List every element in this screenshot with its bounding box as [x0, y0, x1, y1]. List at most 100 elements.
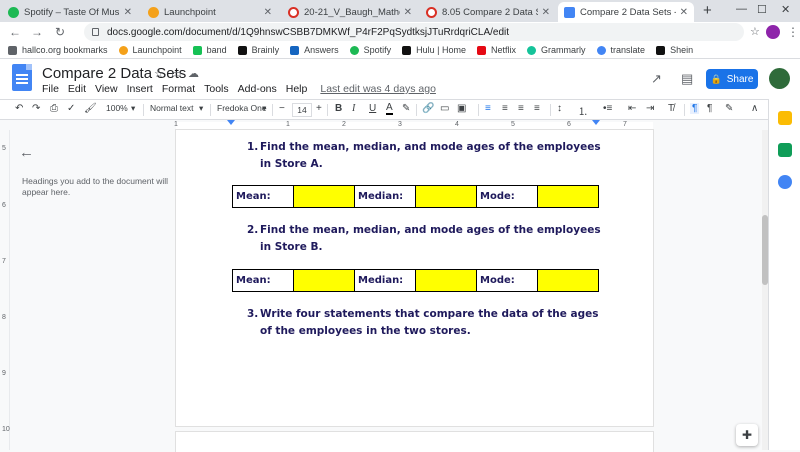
minimize-icon[interactable]: — — [736, 3, 747, 15]
close-icon[interactable]: ✕ — [124, 7, 132, 18]
bookmark-translate[interactable]: translate — [596, 45, 645, 55]
tasks-icon[interactable] — [778, 175, 792, 189]
share-button[interactable]: 🔒 Share — [706, 69, 758, 89]
paragraph-marks-icon[interactable]: ¶ — [690, 103, 700, 114]
document-title[interactable]: Compare 2 Data Sets — [42, 65, 186, 82]
user-avatar[interactable] — [769, 68, 790, 89]
mode-answer-cell[interactable] — [537, 185, 599, 208]
editing-mode-icon[interactable]: ✎ — [725, 103, 733, 114]
tab-mathematics[interactable]: 20-21_V_Baugh_Mathematics 8 ✕ — [282, 2, 418, 22]
new-tab-button[interactable]: + — [703, 2, 712, 19]
back-icon[interactable]: ← — [9, 25, 21, 39]
left-indent-marker[interactable] — [227, 120, 235, 125]
insert-link-icon[interactable]: 🔗 — [422, 103, 434, 114]
median-answer-cell[interactable] — [415, 185, 477, 208]
bulleted-list-icon[interactable]: •≡ — [603, 103, 612, 114]
menu-tools[interactable]: Tools — [204, 83, 229, 95]
align-left-icon[interactable]: ≡ — [485, 103, 491, 114]
bookmark-hallco[interactable]: hallco.org bookmarks — [8, 45, 108, 55]
tab-data-sets-assignment[interactable]: 8.05 Compare 2 Data Sets ✕ — [420, 2, 556, 22]
spellcheck-icon[interactable]: ✓ — [67, 103, 75, 114]
chevron-down-icon[interactable]: ▾ — [262, 103, 266, 114]
tab-spotify[interactable]: Spotify – Taste Of Music Check ✕ — [2, 2, 138, 22]
bold-button[interactable]: B — [335, 103, 342, 114]
profile-avatar[interactable] — [766, 25, 780, 39]
font-family-select[interactable]: Fredoka One — [217, 103, 267, 113]
right-indent-marker[interactable] — [592, 120, 600, 125]
font-size-input[interactable]: 14 — [292, 103, 312, 117]
bookmark-spotify[interactable]: Spotify — [349, 45, 391, 55]
align-right-icon[interactable]: ≡ — [518, 103, 524, 114]
reload-icon[interactable]: ↻ — [55, 25, 65, 39]
explore-button[interactable]: ✚ — [736, 424, 758, 446]
menu-view[interactable]: View — [95, 83, 118, 95]
more-menu-icon[interactable]: ⋮ — [787, 25, 799, 39]
highlight-color-icon[interactable]: ✎ — [402, 103, 410, 114]
menu-format[interactable]: Format — [162, 83, 195, 95]
forward-icon[interactable]: → — [31, 25, 43, 39]
align-justify-icon[interactable]: ≡ — [534, 103, 540, 114]
redo-icon[interactable]: ↷ — [32, 103, 40, 114]
menu-add-ons[interactable]: Add-ons — [238, 83, 277, 95]
ruler-number: 6 — [2, 202, 6, 209]
move-folder-icon[interactable]: ▭ — [171, 67, 181, 80]
mean-answer-cell[interactable] — [293, 185, 355, 208]
menu-help[interactable]: Help — [286, 83, 308, 95]
text-color-button[interactable]: A — [386, 103, 393, 115]
calendar-icon[interactable] — [778, 143, 792, 157]
comment-history-icon[interactable]: ▤ — [681, 71, 693, 87]
mode-answer-cell[interactable] — [537, 269, 599, 292]
close-icon[interactable]: ✕ — [542, 7, 550, 18]
insert-comment-icon[interactable]: ▭ — [440, 103, 449, 114]
bookmark-brainly[interactable]: Brainly — [237, 45, 279, 55]
align-center-icon[interactable]: ≡ — [502, 103, 508, 114]
bookmark-hulu[interactable]: Hulu | Home — [402, 45, 466, 55]
docs-logo-icon[interactable] — [12, 64, 32, 91]
increase-indent-icon[interactable]: ⇥ — [646, 103, 654, 114]
chevron-down-icon[interactable]: ▾ — [131, 103, 135, 114]
star-icon[interactable]: ☆ — [750, 25, 760, 38]
window-close-icon[interactable]: ✕ — [781, 3, 790, 16]
line-spacing-icon[interactable]: ↕ — [557, 103, 562, 114]
insert-image-icon[interactable]: ▣ — [457, 103, 466, 114]
bookmark-shein[interactable]: Shein — [656, 45, 693, 55]
bookmark-grammarly[interactable]: Grammarly — [527, 45, 586, 55]
undo-icon[interactable]: ↶ — [15, 103, 23, 114]
rtl-paragraph-icon[interactable]: ¶ — [707, 103, 712, 114]
last-edit-link[interactable]: Last edit was 4 days ago — [320, 83, 436, 95]
address-bar[interactable]: docs.google.com/document/d/1Q9hnswCSBB7D… — [84, 23, 744, 41]
decrease-font-size-button[interactable]: − — [279, 103, 285, 114]
print-icon[interactable]: ⎙ — [50, 103, 58, 114]
bookmark-answers[interactable]: Answers — [290, 45, 339, 55]
close-icon[interactable]: ✕ — [264, 7, 272, 18]
zoom-select[interactable]: 100% — [106, 103, 128, 113]
paint-format-icon[interactable]: 🖌 — [84, 103, 97, 114]
menu-edit[interactable]: Edit — [68, 83, 86, 95]
clear-formatting-icon[interactable]: T̸ — [668, 103, 674, 114]
median-answer-cell[interactable] — [415, 269, 477, 292]
close-icon[interactable]: ✕ — [404, 7, 412, 18]
close-icon[interactable]: ✕ — [680, 7, 688, 18]
maximize-icon[interactable]: ☐ — [757, 3, 767, 16]
bookmark-netflix[interactable]: Netflix — [477, 45, 516, 55]
paragraph-style-select[interactable]: Normal text — [150, 103, 193, 113]
numbered-list-icon[interactable]: ⒈ — [578, 103, 588, 118]
collapse-menus-icon[interactable]: ∧ — [751, 103, 758, 114]
mean-answer-cell[interactable] — [293, 269, 355, 292]
italic-button[interactable]: I — [352, 103, 355, 114]
underline-button[interactable]: U — [369, 103, 376, 114]
menu-insert[interactable]: Insert — [127, 83, 153, 95]
tab-google-doc[interactable]: Compare 2 Data Sets - Google D ✕ — [558, 2, 694, 22]
bookmark-band[interactable]: band — [192, 45, 227, 55]
tab-launchpoint[interactable]: Launchpoint ✕ — [142, 2, 278, 22]
bookmark-launchpoint[interactable]: Launchpoint — [118, 45, 182, 55]
menu-file[interactable]: File — [42, 83, 59, 95]
keep-icon[interactable] — [778, 111, 792, 125]
document-page-next[interactable] — [176, 432, 653, 452]
increase-font-size-button[interactable]: + — [316, 103, 322, 114]
decrease-indent-icon[interactable]: ⇤ — [628, 103, 636, 114]
star-icon[interactable]: ☆ — [154, 67, 164, 80]
close-outline-arrow-icon[interactable]: ← — [19, 144, 34, 161]
activity-trend-icon[interactable]: ↗ — [651, 71, 662, 87]
chevron-down-icon[interactable]: ▾ — [199, 103, 203, 114]
